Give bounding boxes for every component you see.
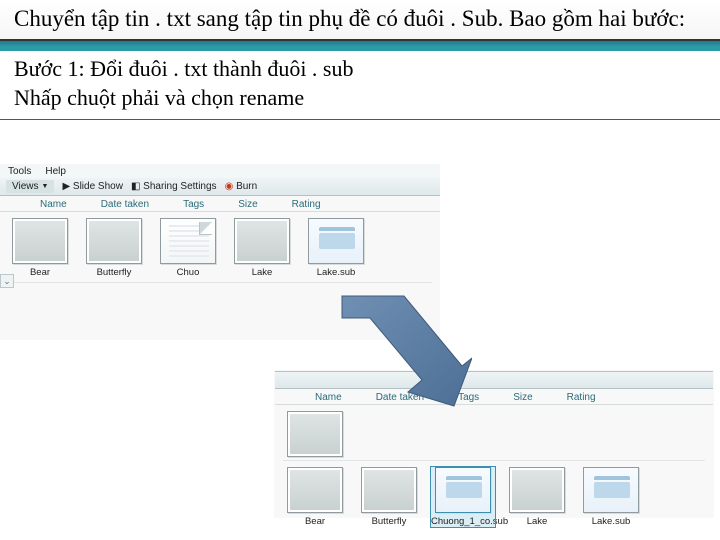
col-date[interactable]: Date taken — [376, 392, 424, 403]
video-thumb-icon — [509, 467, 565, 513]
file-item[interactable]: Chuo — [156, 218, 220, 278]
menu-help[interactable]: Help — [45, 166, 66, 177]
sharing-button[interactable]: ◧ Sharing Settings — [131, 181, 217, 192]
title-text: Chuyển tập tin . txt sang tập tin phụ đề… — [14, 6, 685, 31]
file-label: Chuo — [156, 267, 220, 278]
subfile-icon — [583, 467, 639, 513]
column-headers-2: Name Date taken Tags Size Rating — [275, 389, 713, 405]
accent-band — [0, 41, 720, 51]
video-thumb-icon — [86, 218, 142, 264]
navigation-stub: ⌄ — [0, 270, 18, 320]
file-item[interactable]: Butterfly — [82, 218, 146, 278]
file-label: Butterfly — [357, 516, 421, 527]
slideshow-button[interactable]: ▶ Slide Show — [62, 181, 123, 192]
step-text: Bước 1: Đổi đuôi . txt thành đuôi . sub … — [0, 51, 720, 119]
file-item[interactable]: Lake — [505, 467, 569, 527]
menu-tools[interactable]: Tools — [8, 166, 31, 177]
explorer-screenshot-2: Name Date taken Tags Size Rating BearBut… — [274, 370, 714, 518]
file-label: Bear — [283, 516, 347, 527]
file-list-1: Bear Butterfly Chuo Lake Lake.sub — [0, 212, 440, 282]
col-size[interactable]: Size — [513, 392, 532, 403]
step-line1: Bước 1: Đổi đuôi . txt thành đuôi . sub — [14, 55, 706, 84]
views-button[interactable]: Views ▼ — [6, 180, 54, 193]
slide-title: Chuyển tập tin . txt sang tập tin phụ đề… — [0, 0, 720, 41]
textfile-icon — [160, 218, 216, 264]
file-list-2b: Bear Butterfly Chuong_1_co.sub Lake Lake.sub — [275, 461, 713, 531]
file-item[interactable]: Lake.sub — [579, 467, 643, 527]
file-item[interactable]: Chuong_1_co.sub — [431, 467, 495, 527]
video-thumb-icon — [12, 218, 68, 264]
burn-button[interactable]: ◉ Burn — [225, 181, 258, 192]
command-bar: Views ▼ ▶ Slide Show ◧ Sharing Settings … — [0, 178, 440, 196]
menu-bar: Tools Help — [0, 164, 440, 178]
col-name[interactable]: Name — [40, 199, 67, 210]
file-item[interactable]: Butterfly — [357, 467, 421, 527]
video-thumb-icon — [361, 467, 417, 513]
file-item[interactable]: Lake.sub — [304, 218, 368, 278]
file-item[interactable]: Lake — [230, 218, 294, 278]
col-date[interactable]: Date taken — [101, 199, 149, 210]
chevron-icon[interactable]: ⌄ — [0, 274, 14, 288]
subfile-icon — [435, 467, 491, 513]
file-item[interactable] — [283, 411, 347, 460]
col-rating[interactable]: Rating — [567, 392, 596, 403]
file-label: Butterfly — [82, 267, 146, 278]
command-bar-2 — [275, 371, 713, 389]
file-label: Lake.sub — [304, 267, 368, 278]
column-headers: Name Date taken Tags Size Rating — [0, 196, 440, 212]
col-rating[interactable]: Rating — [292, 199, 321, 210]
col-tags[interactable]: Tags — [183, 199, 204, 210]
file-label: Chuong_1_co.sub — [431, 516, 495, 527]
explorer-screenshot-1: Tools Help Views ▼ ▶ Slide Show ◧ Sharin… — [0, 164, 440, 340]
video-thumb-icon — [234, 218, 290, 264]
file-label: Lake.sub — [579, 516, 643, 527]
file-label: Lake — [230, 267, 294, 278]
subfile-icon — [308, 218, 364, 264]
col-size[interactable]: Size — [238, 199, 257, 210]
video-thumb-icon — [287, 467, 343, 513]
file-item[interactable]: Bear — [283, 467, 347, 527]
file-item[interactable]: Bear — [8, 218, 72, 278]
col-name[interactable]: Name — [315, 392, 342, 403]
col-tags[interactable]: Tags — [458, 392, 479, 403]
file-list-2a — [275, 405, 713, 460]
file-label: Lake — [505, 516, 569, 527]
chevron-down-icon: ▼ — [42, 183, 49, 190]
video-thumb-icon — [287, 411, 343, 457]
step-line2: Nhấp chuột phải và chọn rename — [14, 84, 706, 113]
